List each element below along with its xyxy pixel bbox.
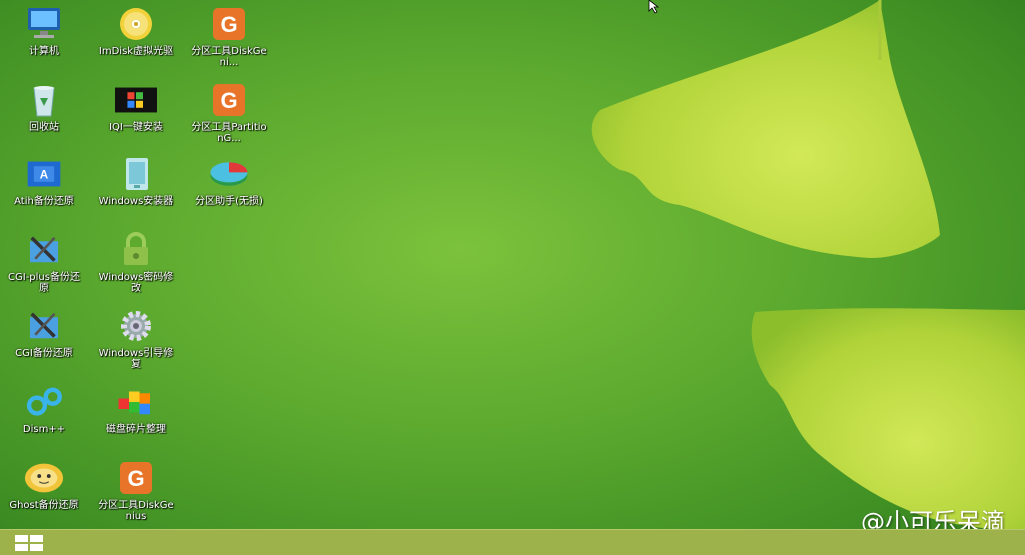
desktop-icon-partition-tool[interactable]: G 分区工具PartitionG... [189, 80, 269, 152]
desktop-icon-label: Windows引导修复 [98, 348, 174, 370]
mouse-pointer-icon [648, 0, 660, 14]
desktop-icon-label: Ghost备份还原 [9, 500, 79, 511]
svg-text:G: G [220, 12, 237, 37]
windows-install-icon [115, 80, 157, 120]
desktop-icon-partition-assistant[interactable]: 分区助手(无损) [189, 154, 269, 226]
ginkgo-leaf-top [591, 0, 940, 258]
atih-icon: A [23, 154, 65, 194]
svg-text:A: A [40, 169, 49, 182]
desktop-icon-windows-password[interactable]: Windows密码修改 [96, 230, 176, 302]
desktop-icon-label: Atih备份还原 [14, 196, 74, 207]
desktop-icon-computer[interactable]: 计算机 [4, 4, 84, 76]
diskgenius-icon: G [115, 458, 157, 498]
gear-icon [115, 306, 157, 346]
disc-icon [115, 4, 157, 44]
defrag-icon [115, 382, 157, 422]
windows-installer-icon [115, 154, 157, 194]
desktop-icon-dism[interactable]: Dism++ [4, 382, 84, 454]
desktop-icon-label: 回收站 [29, 122, 59, 133]
cgi-plus-icon [23, 230, 65, 270]
cgi-icon [23, 306, 65, 346]
start-button[interactable] [10, 533, 48, 553]
svg-text:G: G [220, 88, 237, 113]
desktop-icon-diskgenius-top[interactable]: G 分区工具DiskGeni... [189, 4, 269, 76]
partition-tool-icon: G [208, 80, 250, 120]
lock-icon [115, 230, 157, 270]
desktop-icon-imdisk[interactable]: ImDisk虚拟光驱 [96, 4, 176, 76]
desktop-icon-label: Dism++ [22, 424, 66, 435]
desktop-icon-label: ImDisk虚拟光驱 [98, 46, 174, 57]
desktop-icon-windows-boot-repair[interactable]: Windows引导修复 [96, 306, 176, 378]
desktop-icon-iqi-install[interactable]: IQI一键安装 [96, 80, 176, 152]
desktop-icon-label: Windows安装器 [98, 196, 174, 207]
desktop-icon-label: CGI备份还原 [15, 348, 73, 359]
desktop-icon-ghost[interactable]: Ghost备份还原 [4, 458, 84, 530]
windows-logo-icon [15, 535, 43, 551]
desktop-icon-label: 计算机 [29, 46, 59, 57]
desktop-icon-cgi[interactable]: CGI备份还原 [4, 306, 84, 378]
computer-icon [23, 4, 65, 44]
desktop-icon-defrag[interactable]: 磁盘碎片整理 [96, 382, 176, 454]
ghost-icon [23, 458, 65, 498]
partition-assistant-icon [208, 154, 250, 194]
desktop-icon-label: CGI-plus备份还原 [8, 272, 80, 294]
dism-icon [23, 382, 65, 422]
desktop-icon-label: IQI一键安装 [109, 122, 163, 133]
taskbar [0, 529, 1025, 555]
diskgenius-icon: G [208, 4, 250, 44]
desktop-icon-diskgenius-bottom[interactable]: G 分区工具DiskGenius [96, 458, 176, 530]
desktop-icon-label: 磁盘碎片整理 [106, 424, 166, 435]
desktop-icon-label: 分区工具PartitionG... [191, 122, 267, 144]
desktop-icon-label: Windows密码修改 [98, 272, 174, 294]
desktop-icon-windows-installer[interactable]: Windows安装器 [96, 154, 176, 226]
desktop-icon-label: 分区助手(无损) [195, 196, 263, 207]
desktop-icon-cgi-plus[interactable]: CGI-plus备份还原 [4, 230, 84, 302]
desktop-icon-label: 分区工具DiskGenius [98, 500, 174, 522]
desktop-icon-atih[interactable]: A Atih备份还原 [4, 154, 84, 226]
ginkgo-leaf-bottom [751, 308, 1025, 530]
svg-text:G: G [127, 466, 144, 491]
desktop-icon-grid: 计算机 ImDisk虚拟光驱 G 分区工具DiskGeni... 回收站 IQI… [0, 0, 300, 530]
desktop-icon-recycle-bin[interactable]: 回收站 [4, 80, 84, 152]
desktop-icon-label: 分区工具DiskGeni... [191, 46, 267, 68]
recycle-bin-icon [23, 80, 65, 120]
